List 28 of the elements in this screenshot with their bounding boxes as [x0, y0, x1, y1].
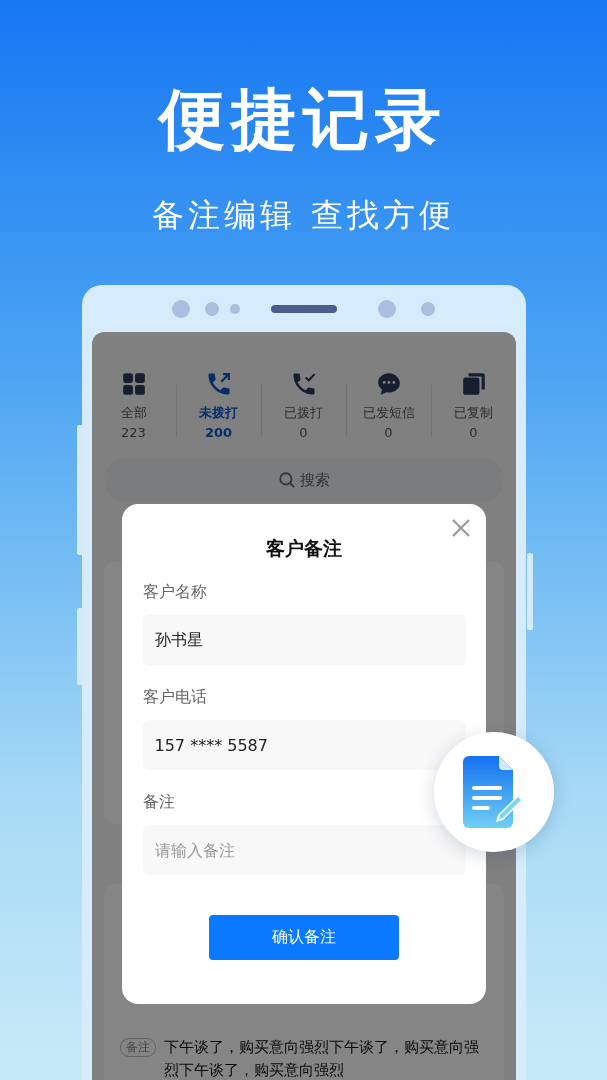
- field-label: 客户电话: [142, 686, 208, 708]
- camera-dot: [229, 303, 240, 314]
- dialog-title: 客户备注: [265, 536, 343, 560]
- field-label: 备注: [142, 791, 176, 813]
- copy-icon: [460, 370, 487, 398]
- grid-icon: [120, 370, 147, 398]
- input-field[interactable]: 请输入备注: [142, 825, 466, 875]
- filter-tab[interactable]: 已发短信 0: [346, 370, 431, 442]
- filter-tab[interactable]: 未拨打 200: [176, 370, 261, 442]
- headline: 便捷记录: [159, 85, 448, 155]
- camera-dot: [377, 299, 396, 318]
- field-label: 客户名称: [142, 581, 208, 603]
- search-icon: [277, 471, 296, 489]
- speaker-grille: [270, 304, 337, 313]
- confirm-button[interactable]: 确认备注: [209, 915, 399, 960]
- subheadline: 备注编辑 查找方便: [152, 195, 455, 235]
- camera-dot: [204, 301, 219, 316]
- note-tag: 备注: [119, 1038, 156, 1057]
- input-field[interactable]: 157 **** 5587: [142, 720, 466, 770]
- note-text: 下午谈了，购买意向强烈下午谈了，购买意向强烈下午谈了，购买意向强烈: [163, 1037, 479, 1080]
- filter-tab[interactable]: 全部 223: [91, 370, 176, 442]
- close-icon[interactable]: [450, 518, 471, 538]
- camera-dot: [171, 299, 190, 318]
- search-field[interactable]: 搜索: [103, 458, 504, 502]
- camera-dot: [420, 301, 435, 316]
- chat-bubble-icon: [375, 370, 402, 398]
- input-field[interactable]: 孙书星: [142, 615, 466, 665]
- filter-tab[interactable]: 已拨打 0: [261, 370, 346, 442]
